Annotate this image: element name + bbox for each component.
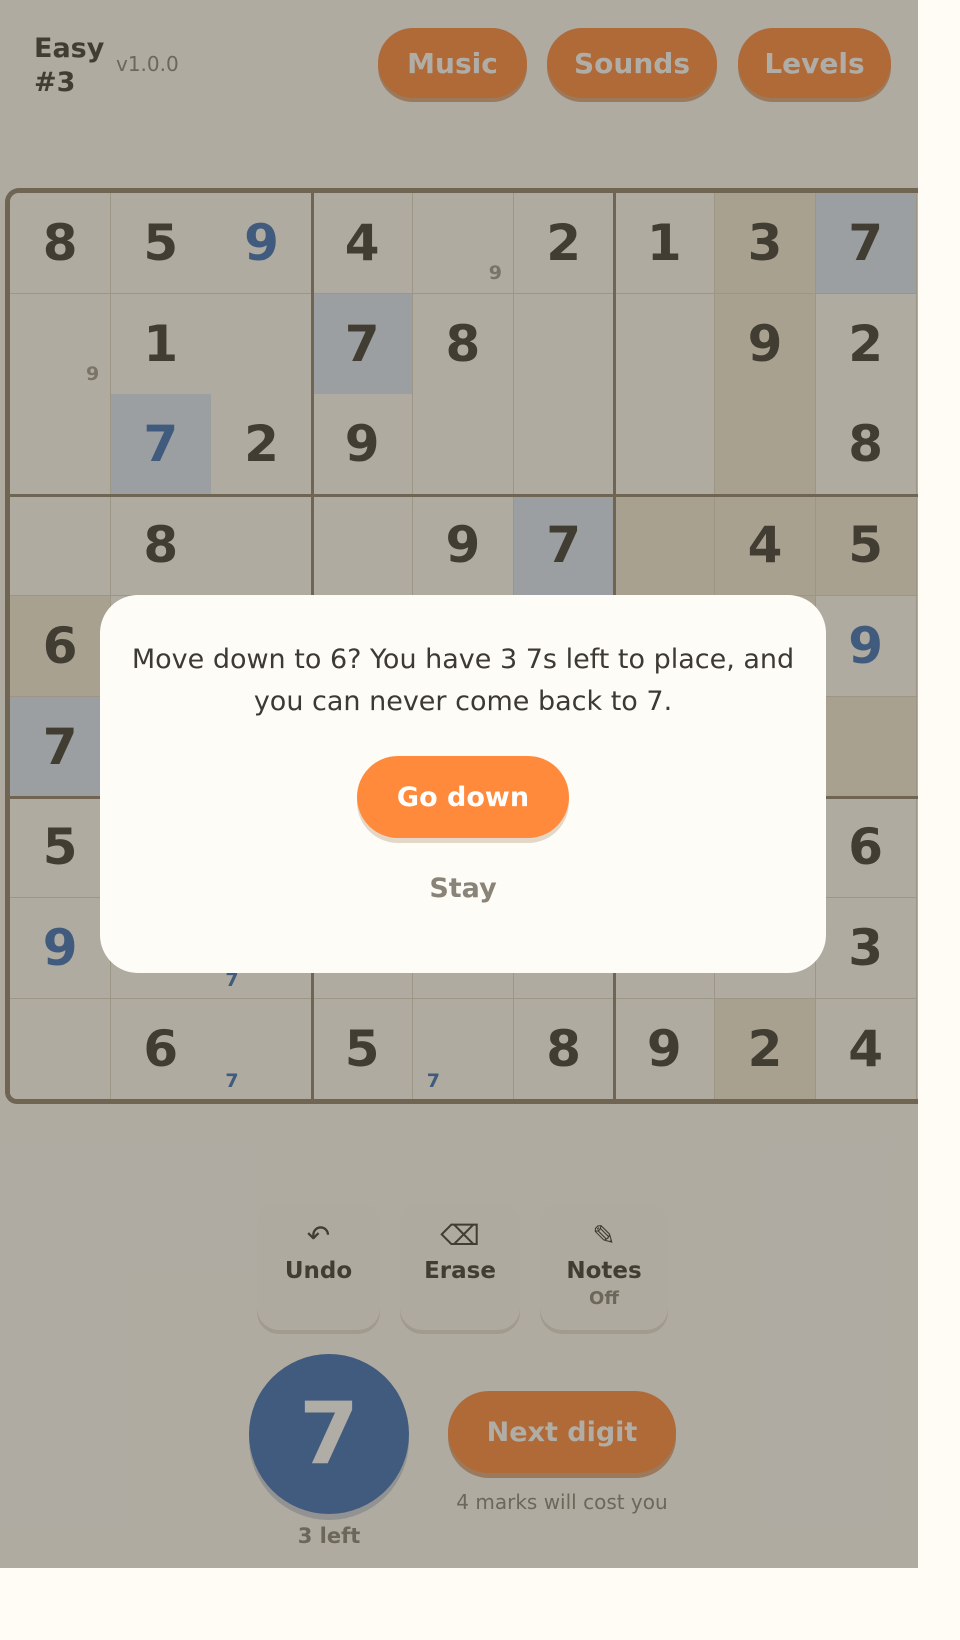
confirm-dialog: Move down to 6? You have 3 7s left to pl… xyxy=(100,595,826,973)
stay-button[interactable]: Stay xyxy=(363,873,563,904)
go-down-button[interactable]: Go down xyxy=(357,756,569,838)
dialog-message: Move down to 6? You have 3 7s left to pl… xyxy=(131,644,795,717)
